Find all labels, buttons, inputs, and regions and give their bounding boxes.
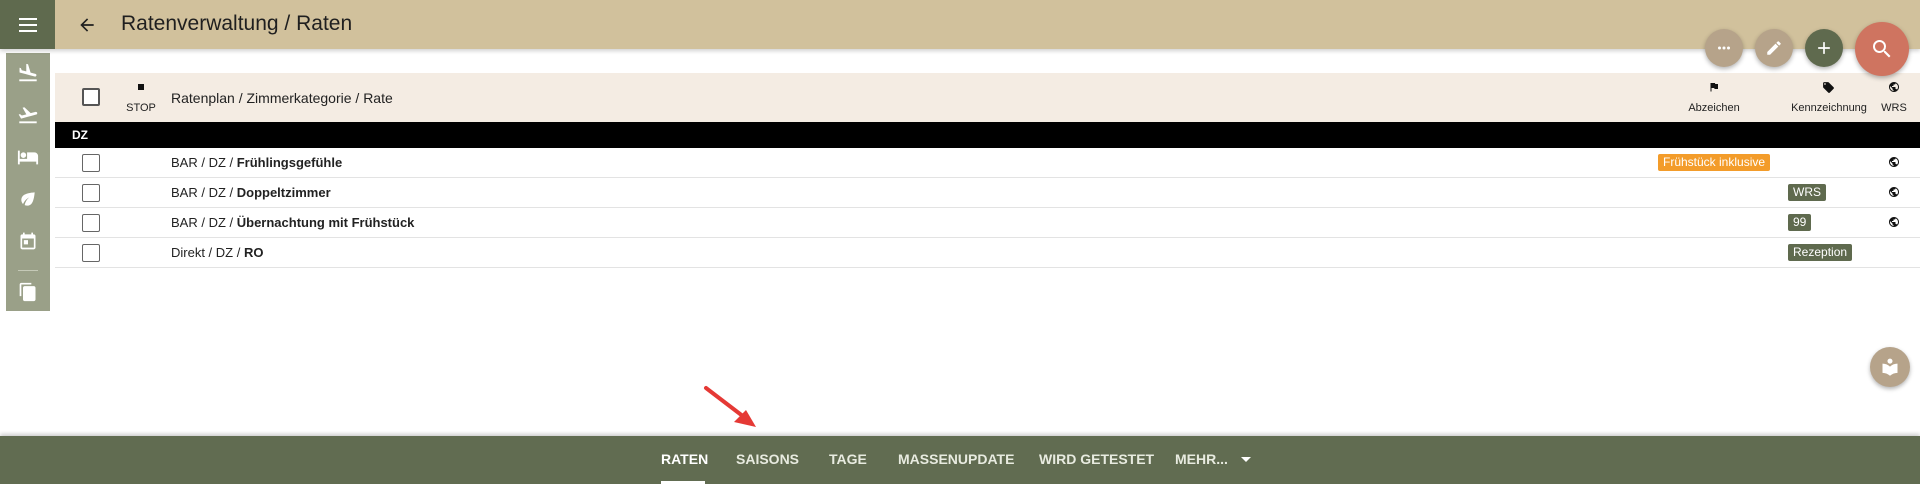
table-row[interactable]: BAR / DZ / Übernachtung mit Frühstück 99 xyxy=(55,208,1920,238)
row-checkbox[interactable] xyxy=(82,184,100,202)
help-book-icon xyxy=(1882,358,1898,376)
row-checkbox[interactable] xyxy=(82,244,100,262)
tab-tage[interactable]: TAGE xyxy=(829,451,867,467)
column-header-name[interactable]: Ratenplan / Zimmerkategorie / Rate xyxy=(171,90,393,106)
column-header-abzeichen[interactable]: Abzeichen xyxy=(1674,102,1754,114)
tab-raten[interactable]: RATEN xyxy=(661,451,708,467)
rate-prefix: BAR / DZ / xyxy=(171,215,237,230)
sidebar-item-arrivals[interactable] xyxy=(6,56,50,90)
rate-title: RO xyxy=(243,245,264,260)
table-header: STOP Ratenplan / Zimmerkategorie / Rate … xyxy=(55,73,1920,122)
table-row[interactable]: BAR / DZ / Doppeltzimmer WRS xyxy=(55,178,1920,208)
rate-name[interactable]: BAR / DZ / Doppeltzimmer xyxy=(171,185,331,200)
flight-takeoff-icon xyxy=(18,107,38,124)
search-icon xyxy=(1873,40,1891,58)
flag-icon xyxy=(1710,83,1718,92)
calendar-icon xyxy=(20,232,36,250)
rate-name[interactable]: BAR / DZ / Übernachtung mit Frühstück xyxy=(171,215,414,230)
back-button[interactable] xyxy=(74,12,100,38)
edit-icon xyxy=(1767,41,1781,55)
more-options-button[interactable] xyxy=(1705,29,1743,67)
sidebar-item-copy[interactable] xyxy=(6,277,50,307)
app-header: Ratenverwaltung / Raten xyxy=(0,0,1920,49)
rates-table: STOP Ratenplan / Zimmerkategorie / Rate … xyxy=(55,73,1920,268)
annotation-arrow-icon xyxy=(704,386,756,427)
badge-kennzeichnung: 99 xyxy=(1788,214,1812,231)
hamburger-menu-icon xyxy=(18,17,37,32)
page-title: Ratenverwaltung / Raten xyxy=(121,12,353,35)
column-header-stop[interactable]: STOP xyxy=(125,102,157,114)
edit-button[interactable] xyxy=(1755,29,1793,67)
globe-icon xyxy=(1889,217,1899,227)
badge-kennzeichnung: Rezeption xyxy=(1788,244,1853,261)
chevron-down-icon[interactable] xyxy=(1241,457,1251,462)
tab-saisons[interactable]: SAISONS xyxy=(736,451,799,467)
rate-title: Übernachtung mit Frühstück xyxy=(236,215,415,230)
more-horiz-icon xyxy=(1718,46,1730,50)
group-row-dz: DZ xyxy=(55,122,1920,148)
tab-massenupdate[interactable]: MASSENUPDATE xyxy=(898,451,1014,467)
tab-wird-getestet[interactable]: WIRD GETESTET xyxy=(1039,451,1154,467)
table-row[interactable]: BAR / DZ / Frühlingsgefühle Frühstück in… xyxy=(55,148,1920,178)
sidebar-item-departures[interactable] xyxy=(6,98,50,132)
group-label: DZ xyxy=(72,128,88,142)
sidebar xyxy=(0,49,55,311)
row-checkbox[interactable] xyxy=(82,214,100,232)
badge-kennzeichnung: WRS xyxy=(1788,184,1826,201)
select-all-checkbox[interactable] xyxy=(82,88,100,106)
tab-mehr[interactable]: MEHR... xyxy=(1175,451,1228,467)
leaf-icon xyxy=(21,192,35,206)
column-header-wrs[interactable]: WRS xyxy=(1877,102,1911,114)
arrow-back-icon xyxy=(80,18,94,32)
sidebar-item-eco[interactable] xyxy=(6,182,50,216)
rate-prefix: BAR / DZ / xyxy=(171,155,237,170)
sidebar-item-rooms[interactable] xyxy=(6,140,50,174)
rate-name[interactable]: Direkt / DZ / RO xyxy=(171,245,263,260)
rate-prefix: Direkt / DZ / xyxy=(171,245,244,260)
row-checkbox[interactable] xyxy=(82,154,100,172)
search-button[interactable] xyxy=(1855,22,1909,76)
tag-icon xyxy=(1823,82,1834,93)
add-icon xyxy=(1818,42,1830,54)
bottom-nav: RATEN SAISONS TAGE MASSENUPDATE WIRD GET… xyxy=(0,436,1920,484)
globe-icon xyxy=(1889,187,1899,197)
badge-abzeichen: Frühstück inklusive xyxy=(1658,154,1771,171)
sidebar-divider xyxy=(18,270,38,271)
help-button[interactable] xyxy=(1870,347,1910,387)
bed-icon xyxy=(17,150,39,165)
hamburger-menu-button[interactable] xyxy=(0,0,55,49)
rate-title: Doppeltzimmer xyxy=(236,185,331,200)
globe-icon xyxy=(1889,82,1899,92)
flight-land-icon xyxy=(19,63,37,82)
copy-icon xyxy=(19,282,36,302)
table-row[interactable]: Direkt / DZ / RO Rezeption xyxy=(55,238,1920,268)
stop-icon xyxy=(138,84,144,90)
rate-title: Frühlingsgefühle xyxy=(236,155,343,170)
rate-name[interactable]: BAR / DZ / Frühlingsgefühle xyxy=(171,155,342,170)
rate-prefix: BAR / DZ / xyxy=(171,185,237,200)
sidebar-item-calendar[interactable] xyxy=(6,224,50,258)
globe-icon xyxy=(1889,157,1899,167)
add-button[interactable] xyxy=(1805,29,1843,67)
column-header-kennzeichnung[interactable]: Kennzeichnung xyxy=(1783,102,1875,114)
